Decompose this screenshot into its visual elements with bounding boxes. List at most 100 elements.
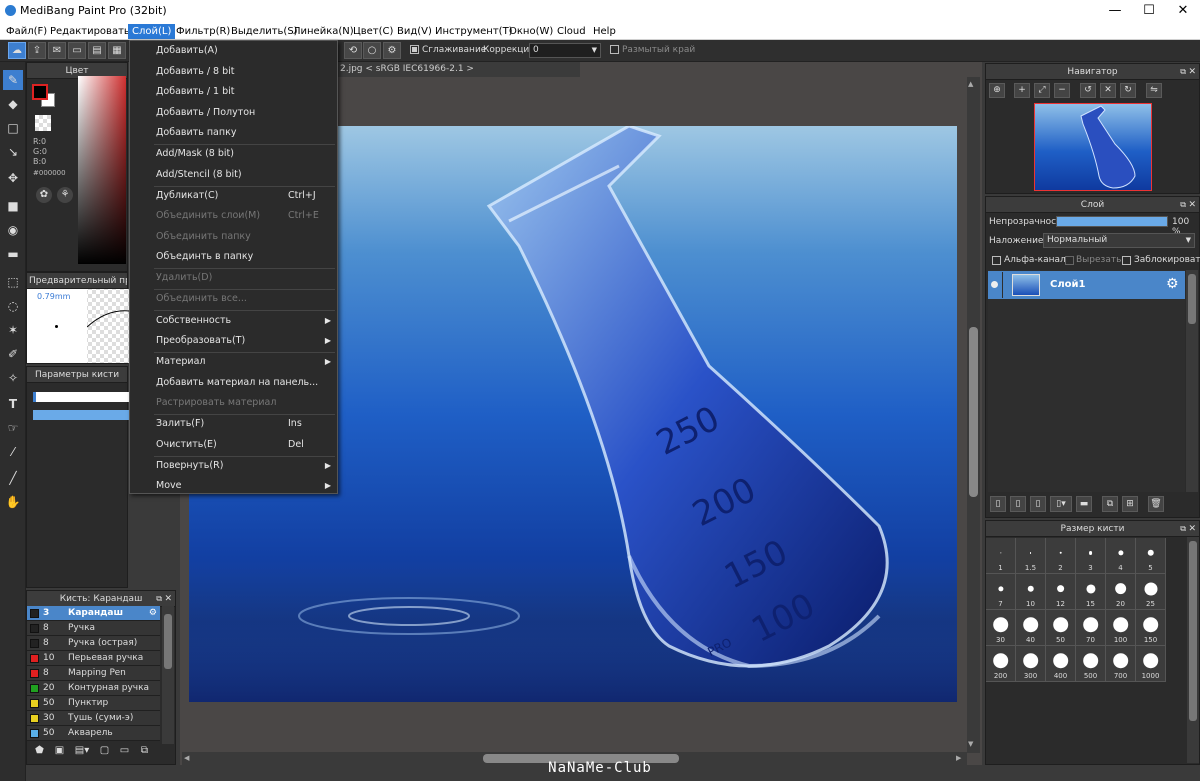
brush-size-cell[interactable]: 50: [1046, 610, 1076, 646]
duplicate-layer-icon[interactable]: ⧉: [1102, 496, 1118, 512]
add-brush-icon[interactable]: ⬟: [32, 745, 47, 760]
undock-icon[interactable]: ⧉: [1180, 521, 1186, 537]
menu-view[interactable]: Вид(V): [393, 24, 436, 39]
menu-item[interactable]: Повернуть(R) ▶: [130, 456, 337, 476]
brush-size-cell[interactable]: 500: [1076, 646, 1106, 682]
document-icon[interactable]: ▤: [88, 42, 106, 59]
menu-tools[interactable]: Инструмент(T): [431, 24, 517, 39]
flip-icon[interactable]: ⇋: [1146, 83, 1162, 98]
brush-item[interactable]: 30 Тушь (суми-э): [27, 711, 160, 726]
brush-size-cell[interactable]: 40: [1016, 610, 1046, 646]
opacity-slider[interactable]: [1056, 216, 1168, 227]
brush-size-cell[interactable]: 1: [986, 538, 1016, 574]
rectangle-tool-icon[interactable]: □: [3, 118, 23, 138]
brush-duplicate-icon[interactable]: ⧉: [137, 745, 152, 760]
menu-filter[interactable]: Фильтр(R): [172, 24, 234, 39]
brush-tool-icon[interactable]: ✎: [3, 70, 23, 90]
alpha-checkbox[interactable]: [992, 256, 1001, 265]
brush-list-scrollbar[interactable]: [162, 606, 174, 744]
lasso-icon[interactable]: ⟲: [344, 42, 362, 59]
menu-item[interactable]: Add/Stencil (8 bit): [130, 165, 337, 185]
navigator-thumbnail[interactable]: [1034, 103, 1152, 191]
menu-item[interactable]: Преобразовать(T) ▶: [130, 331, 337, 351]
fit-window-icon[interactable]: ⤢: [1034, 83, 1050, 98]
blend-select[interactable]: Нормальный ▼: [1043, 233, 1195, 248]
brush-size-cell[interactable]: 1000: [1136, 646, 1166, 682]
select-pen-icon[interactable]: ✐: [3, 344, 23, 364]
foreground-color-swatch[interactable]: [32, 84, 48, 100]
gradient-tool-icon[interactable]: ▬: [3, 244, 23, 264]
close-icon[interactable]: ✕: [1188, 64, 1196, 80]
brush-size-cell[interactable]: 300: [1016, 646, 1046, 682]
scroll-left-icon[interactable]: ◀: [184, 754, 189, 762]
menu-item[interactable]: Добавить / 1 bit: [130, 82, 337, 102]
grid-icon[interactable]: ▦: [108, 42, 126, 59]
minimize-button[interactable]: —: [1098, 0, 1132, 23]
zoom-out-icon[interactable]: −: [1054, 83, 1070, 98]
antialias-checkbox[interactable]: [410, 45, 419, 54]
menu-item[interactable]: Добавить материал на панель...: [130, 373, 337, 393]
bucket-tool-icon[interactable]: ◉: [3, 220, 23, 240]
menu-item[interactable]: Материал ▶: [130, 352, 337, 372]
menu-item[interactable]: Залить(F) Ins: [130, 414, 337, 434]
undock-icon[interactable]: ⧉: [1180, 197, 1186, 213]
brush-size-cell[interactable]: 200: [986, 646, 1016, 682]
transparent-swatch[interactable]: [35, 115, 51, 131]
menu-item[interactable]: Собственность ▶: [130, 311, 337, 331]
correction-select[interactable]: 0 ▼: [529, 43, 601, 58]
brush-size-slider[interactable]: [33, 392, 129, 402]
zoom-in-icon[interactable]: +: [1014, 83, 1030, 98]
lasso-tool-icon[interactable]: ◌: [3, 296, 23, 316]
menu-help[interactable]: Help: [589, 24, 620, 39]
brush-size-cell[interactable]: 700: [1106, 646, 1136, 682]
brush-size-cell[interactable]: 400: [1046, 646, 1076, 682]
brush-settings-icon[interactable]: ⚙: [149, 606, 157, 621]
eyedropper-tool-icon[interactable]: ⁄: [3, 442, 23, 462]
menu-item[interactable]: Объединить все...: [130, 289, 337, 309]
circle-select-icon[interactable]: ○: [363, 42, 381, 59]
layer-settings-icon[interactable]: ⚙: [1166, 276, 1179, 292]
new-8bit-layer-icon[interactable]: ▯: [1010, 496, 1026, 512]
menu-ruler[interactable]: Линейка(N): [289, 24, 358, 39]
operation-tool-icon[interactable]: ☞: [3, 418, 23, 438]
brush-size-cell[interactable]: 12: [1046, 574, 1076, 610]
new-folder-icon[interactable]: ▬: [1076, 496, 1092, 512]
menu-layer[interactable]: Слой(L): [128, 24, 176, 39]
menu-item[interactable]: Очистить(E) Del: [130, 435, 337, 455]
brush-add-menu-icon[interactable]: ▤▾: [72, 745, 92, 760]
brush-size-cell[interactable]: 150: [1136, 610, 1166, 646]
lock-checkbox[interactable]: [1122, 256, 1131, 265]
scroll-right-icon[interactable]: ▶: [956, 754, 961, 762]
settings-icon[interactable]: ⚙: [383, 42, 401, 59]
rotate-right-icon[interactable]: ↻: [1120, 83, 1136, 98]
menu-color[interactable]: Цвет(C): [349, 24, 397, 39]
undock-icon[interactable]: ⧉: [1180, 64, 1186, 80]
move-tool-icon[interactable]: ✥: [3, 168, 23, 188]
close-icon[interactable]: ✕: [1188, 521, 1196, 537]
menu-item[interactable]: Add/Mask (8 bit): [130, 144, 337, 164]
merge-layer-icon[interactable]: ⊞: [1122, 496, 1138, 512]
color-mix-icon[interactable]: ⚘: [57, 187, 73, 203]
menu-item[interactable]: Удалить(D): [130, 268, 337, 288]
brush-item[interactable]: 50 Пунктир: [27, 696, 160, 711]
hand-tool-icon[interactable]: ✋: [3, 492, 23, 512]
pen-tool-icon[interactable]: ╱: [3, 468, 23, 488]
brush-item[interactable]: 50 Акварель: [27, 726, 160, 741]
menu-item[interactable]: Объединть в папку: [130, 247, 337, 267]
brush-size-cell[interactable]: 10: [1016, 574, 1046, 610]
menu-window[interactable]: Окно(W): [505, 24, 557, 39]
brush-settings-icon[interactable]: ▢: [97, 745, 112, 760]
color-picker-gradient[interactable]: [78, 76, 126, 264]
eraser-tool-icon[interactable]: ◆: [3, 94, 23, 114]
new-1bit-layer-icon[interactable]: ▯: [1030, 496, 1046, 512]
brush-size-cell[interactable]: 30: [986, 610, 1016, 646]
reset-rotation-icon[interactable]: ✕: [1100, 83, 1116, 98]
brush-size-cell[interactable]: 20: [1106, 574, 1136, 610]
chat-icon[interactable]: ▭: [68, 42, 86, 59]
line-tool-icon[interactable]: ↘: [3, 142, 23, 162]
comment-icon[interactable]: ✉: [48, 42, 66, 59]
clip-checkbox[interactable]: [1065, 256, 1074, 265]
menu-item[interactable]: Дубликат(C) Ctrl+J: [130, 186, 337, 206]
new-layer-icon[interactable]: ▯: [990, 496, 1006, 512]
brush-size-scrollbar[interactable]: [1187, 537, 1199, 763]
